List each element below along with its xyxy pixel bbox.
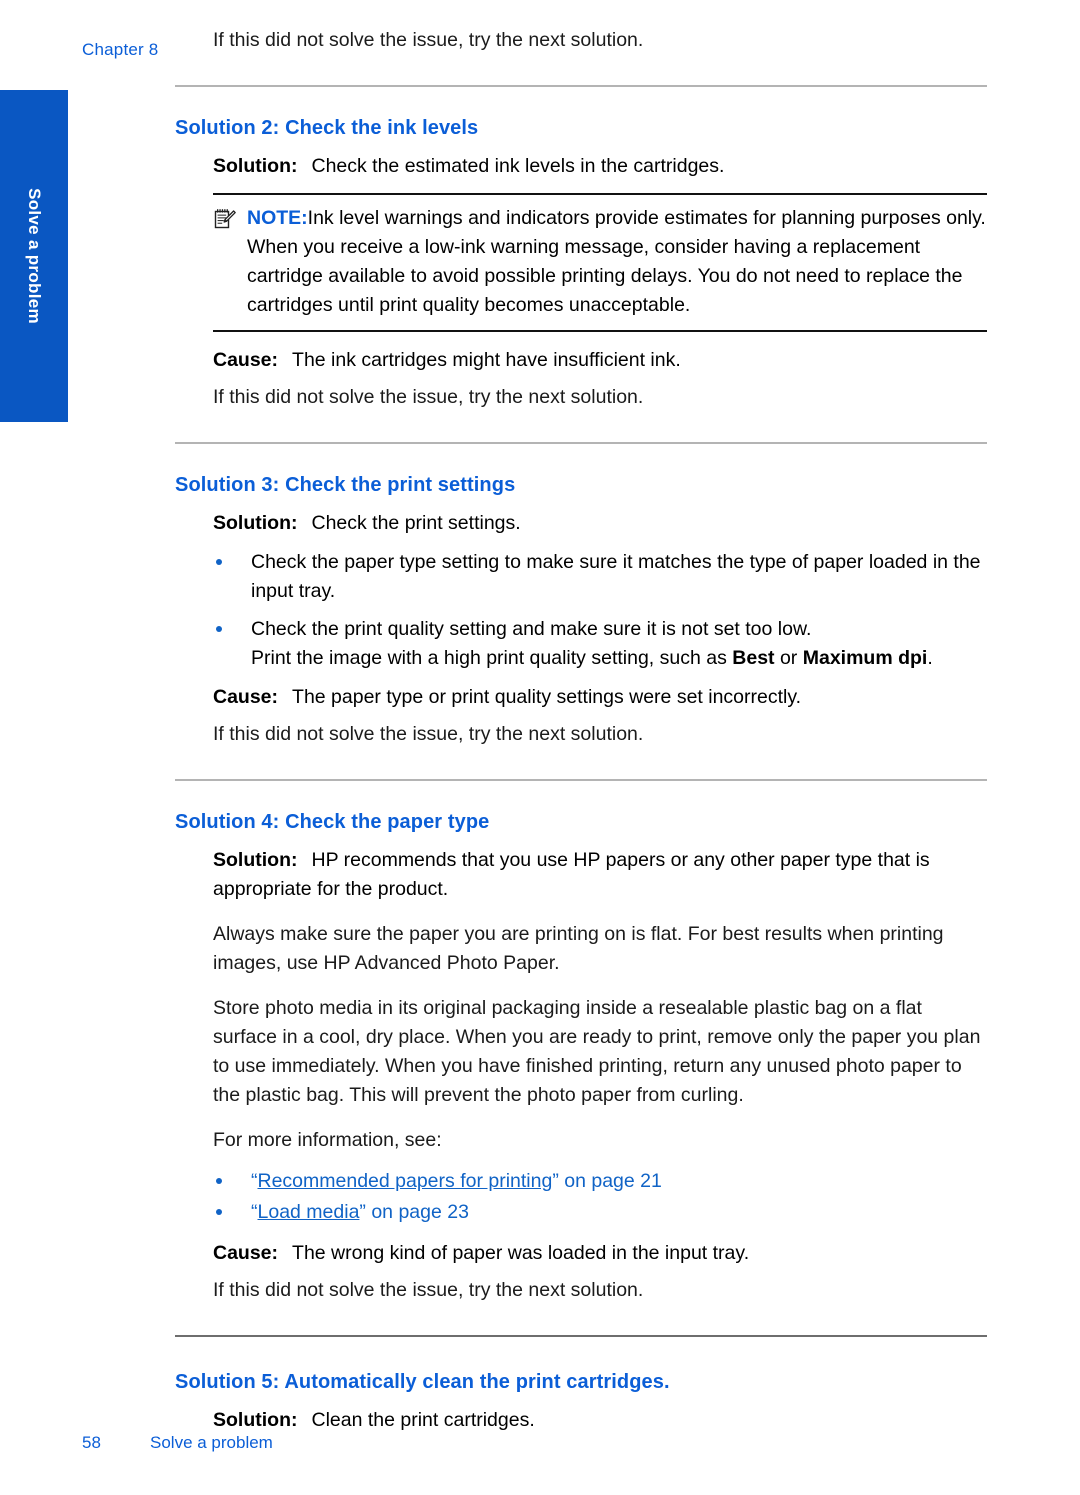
solution-4-xref-list: “Recommended papers for printing” on pag… [213, 1167, 987, 1227]
cause-label: Cause: [213, 686, 279, 708]
solution-5-solution-para: Solution: Clean the print cartridges. [213, 1406, 987, 1435]
subline-mid: or [774, 647, 803, 669]
page-footer: 58 Solve a problem [82, 1433, 273, 1453]
solution-2-cause-para: Cause: The ink cartridges might have insu… [213, 346, 987, 375]
solution-4-paragraph-2: Store photo media in its original packag… [213, 997, 981, 1106]
solution-text: Check the estimated ink levels in the ca… [311, 155, 725, 177]
list-item: “Recommended papers for printing” on pag… [213, 1167, 987, 1196]
heading-solution-5: Solution 5: Automatically clean the prin… [175, 1371, 670, 1393]
solution-label: Solution: [213, 1409, 298, 1431]
subline-bold-maxdpi: Maximum dpi [802, 647, 928, 669]
intro-retry-line: If this did not solve the issue, try the… [213, 29, 644, 51]
note-body: NOTE:Ink level warnings and indicators p… [213, 204, 987, 320]
solution-3-bullet-list: Check the paper type setting to make sur… [213, 548, 987, 673]
xref-page: on page 23 [365, 1201, 469, 1223]
solution-2-solution-para: Solution: Check the estimated ink levels … [213, 152, 987, 181]
solution-text: Clean the print cartridges. [311, 1409, 535, 1431]
solution-3-cause-para: Cause: The paper type or print quality se… [213, 683, 987, 712]
bullet-dot-icon [216, 626, 222, 632]
page-content: If this did not solve the issue, try the… [175, 0, 987, 1435]
note-block: NOTE:Ink level warnings and indicators p… [213, 193, 987, 332]
solution-4-cause-para: Cause: The wrong kind of paper was loaded… [213, 1239, 987, 1268]
solution-label: Solution: [213, 155, 298, 177]
cause-label: Cause: [213, 1242, 279, 1264]
footer-section-name: Solve a problem [150, 1433, 273, 1452]
list-item-text: Check the paper type setting to make sur… [251, 551, 981, 602]
xref-title[interactable]: Recommended papers for printing [258, 1170, 553, 1192]
solution-label: Solution: [213, 849, 298, 871]
list-item: Check the print quality setting and make… [213, 615, 987, 673]
solution-4-solution-para: Solution: HP recommends that you use HP p… [213, 846, 987, 904]
solution-text: HP recommends that you use HP papers or … [213, 849, 930, 900]
solution-4-paragraph-1: Always make sure the paper you are print… [213, 923, 944, 974]
list-item: Check the paper type setting to make sur… [213, 548, 987, 606]
cross-reference-link[interactable]: “Recommended papers for printing” on pag… [251, 1170, 662, 1192]
solution-4-retry-line: If this did not solve the issue, try the… [213, 1279, 644, 1301]
xref-page: on page 21 [558, 1170, 662, 1192]
subline-pre: Print the image with a high print qualit… [251, 647, 733, 669]
side-tab-label: Solve a problem [25, 188, 44, 324]
page-number: 58 [82, 1433, 101, 1452]
heading-solution-2: Solution 2: Check the ink levels [175, 117, 479, 139]
bullet-dot-icon [216, 559, 222, 565]
bullet-dot-icon [216, 1178, 222, 1184]
solution-2-retry-line: If this did not solve the issue, try the… [213, 386, 644, 408]
chapter-header: Chapter 8 [82, 40, 159, 59]
heading-solution-4: Solution 4: Check the paper type [175, 811, 490, 833]
side-tab: Solve a problem [0, 90, 68, 422]
list-item-text: Check the print quality setting and make… [251, 618, 812, 640]
cause-text: The paper type or print quality settings… [292, 686, 802, 708]
bullet-dot-icon [216, 1209, 222, 1215]
cause-text: The ink cartridges might have insufficie… [292, 349, 681, 371]
cause-text: The wrong kind of paper was loaded in th… [292, 1242, 750, 1264]
cause-label: Cause: [213, 349, 279, 371]
subline-post: . [927, 647, 933, 669]
list-item-subline: Print the image with a high print qualit… [251, 644, 987, 673]
solution-3-retry-line: If this did not solve the issue, try the… [213, 723, 644, 745]
solution-text: Check the print settings. [311, 512, 521, 534]
solution-label: Solution: [213, 512, 298, 534]
solution-3-solution-para: Solution: Check the print settings. [213, 509, 987, 538]
note-pad-pencil-icon [213, 207, 237, 231]
note-label: NOTE: [247, 207, 308, 229]
list-item: “Load media” on page 23 [213, 1198, 987, 1227]
cross-reference-link[interactable]: “Load media” on page 23 [251, 1201, 469, 1223]
heading-solution-3: Solution 3: Check the print settings [175, 474, 516, 496]
solution-4-paragraph-3: For more information, see: [213, 1129, 442, 1151]
xref-title[interactable]: Load media [258, 1201, 360, 1223]
subline-bold-best: Best [732, 647, 775, 669]
note-text: Ink level warnings and indicators provid… [247, 207, 986, 316]
